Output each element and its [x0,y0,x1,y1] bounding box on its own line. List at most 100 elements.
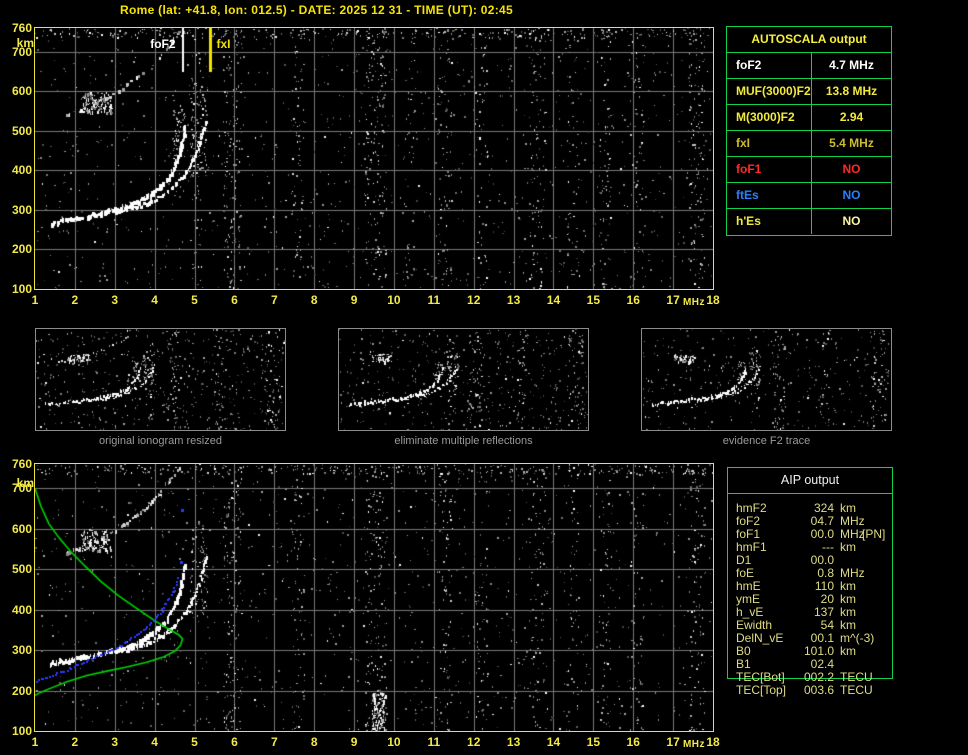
aip-table: AIP output hmF2 324 km foF2 04.7 MHz foF1 00.0 M… [727,467,893,697]
x-tick-label: 1 [31,735,39,749]
autoscala-row-value: 4.7 MHz [829,58,874,72]
y-tick-label: 600 [11,521,32,536]
autoscala-row-label: ftEs [727,183,812,208]
autoscala-row-fxi: fxI 5.4 MHz [727,131,891,157]
aip-unit: km [840,644,856,658]
aip-table-header: AIP output [728,468,892,494]
y-tick-label: 400 [11,602,32,617]
x-tick-label: 11 [427,735,441,749]
x-tick-label: 7 [270,293,278,307]
autoscala-row-fof2: foF2 4.7 MHz [727,53,891,79]
y-tick-label: 400 [11,163,32,178]
y-tick-label: 700 [11,481,32,496]
y-tick-label: 500 [11,562,32,577]
foF2-marker-label: foF2 [150,37,176,51]
autoscala-output-screen: Rome (lat: +41.8, lon: 012.5) - DATE: 20… [0,0,968,755]
x-tick-label: 18 [706,293,720,307]
x-tick-label: 15 [586,735,601,749]
thumbnail-label-original: original ionogram resized [99,435,222,447]
autoscala-row-label: fxI [727,131,812,156]
x-tick-label: 6 [231,735,238,749]
x-tick-label: 14 [546,735,561,749]
x-tick-label: 9 [350,293,358,307]
autoscala-row-label: foF2 [727,53,812,78]
y-tick-label: 760 [11,21,32,35]
autoscala-row-label: foF1 [727,157,812,182]
y-tick-label: 200 [11,242,32,257]
aip-table-rows: hmF2 324 km foF2 04.7 MHz foF1 00.0 MHz [PN] hmF1-… [728,494,892,697]
x-tick-label: 16 [626,293,640,307]
y-tick-label: 600 [11,84,32,99]
y-tick-label: 500 [11,123,32,138]
autoscala-table-header: AUTOSCALA output [727,27,891,53]
autoscala-row-label: h'Es [727,209,812,234]
thumbnail-original-ionogram [35,328,286,431]
y-tick-label: 300 [11,202,32,217]
fxI-marker-label: fxI [216,37,231,51]
autoscala-row-value: NO [842,188,861,202]
page-title: Rome (lat: +41.8, lon: 012.5) - DATE: 20… [120,3,513,17]
aip-row-hmf1: hmF1 --- km [728,541,892,554]
x-tick-label: 1 [31,293,39,307]
x-tick-label: 3 [111,293,119,307]
autoscala-row-label: M(3000)F2 [727,105,812,130]
autoscala-row-value: 5.4 MHz [829,136,874,150]
x-tick-label: 11 [427,293,441,307]
x-tick-label: 2 [71,735,79,749]
thumbnail-label-evidence: evidence F2 trace [722,435,811,447]
x-tick-label: 5 [191,735,198,749]
x-tick-label: 17 [666,293,680,307]
autoscala-row-value: 13.8 MHz [825,84,878,98]
y-tick-label: 200 [11,683,32,698]
y-tick-label: 760 [11,457,32,471]
x-tick-label: 4 [151,735,158,749]
x-tick-label: 8 [310,293,318,307]
ionogram-plot-canvas [35,28,713,289]
autoscala-row-fof1: foF1 NO [727,157,891,183]
x-tick-label: 5 [191,293,198,307]
thumbnail-canvas-eliminate [339,329,588,430]
aip-unit: TECU [840,683,873,697]
autoscala-row-muf-3000-f2: MUF(3000)F2 13.8 MHz [727,79,891,105]
autoscala-row-m-3000-f2: M(3000)F2 2.94 [727,105,891,131]
ionogram-plot [34,27,714,290]
profile-plot [34,463,714,732]
x-tick-label: 10 [387,293,401,307]
autoscala-row-ftes: ftEs NO [727,183,891,209]
y-tick-label: 700 [11,44,32,59]
autoscala-table-rows: foF2 4.7 MHz MUF(3000)F2 13.8 MHz M(3000)F2 2… [727,53,891,234]
x-tick-label: 13 [506,293,521,307]
x-tick-label: 4 [151,293,158,307]
y-tick-label: 300 [11,643,32,658]
x-tick-label: 10 [387,735,401,749]
aip-note: [PN] [862,527,886,541]
autoscala-row-value: 2.94 [839,110,864,124]
aip-row-tec-top-: TEC[Top] 003.6 TECU [728,684,892,697]
x-tick-label: 6 [231,293,238,307]
x-tick-label: 18 [706,735,720,749]
x-tick-label: 7 [270,735,278,749]
autoscala-table: AUTOSCALA output foF2 4.7 MHz MUF(3000)F2 1… [726,26,892,236]
x-tick-label: 12 [467,735,481,749]
x-tick-label: 16 [626,735,640,749]
x-tick-label: 12 [467,293,481,307]
x-tick-label: 13 [506,735,521,749]
x-tick-label: 2 [71,293,79,307]
aip-row-b0: B0 101.0 km [728,645,892,658]
autoscala-row-value: NO [842,162,861,176]
thumbnail-canvas-evidence [642,329,891,430]
x-tick-label: 15 [586,293,601,307]
thumbnail-label-eliminate: eliminate multiple reflections [394,435,533,447]
x-tick-label: 3 [111,735,119,749]
aip-value: 003.6 [803,683,834,697]
thumbnail-evidence-f2 [641,328,892,431]
profile-plot-canvas [35,464,713,731]
x-tick-label: 9 [350,735,358,749]
autoscala-row-h-es: h'Es NO [727,209,891,234]
autoscala-row-label: MUF(3000)F2 [727,79,812,104]
thumbnail-eliminate-reflections [338,328,589,431]
x-tick-label: 17 [666,735,680,749]
thumbnail-canvas-original [36,329,285,430]
autoscala-row-value: NO [842,214,861,228]
aip-unit: km [840,540,856,554]
